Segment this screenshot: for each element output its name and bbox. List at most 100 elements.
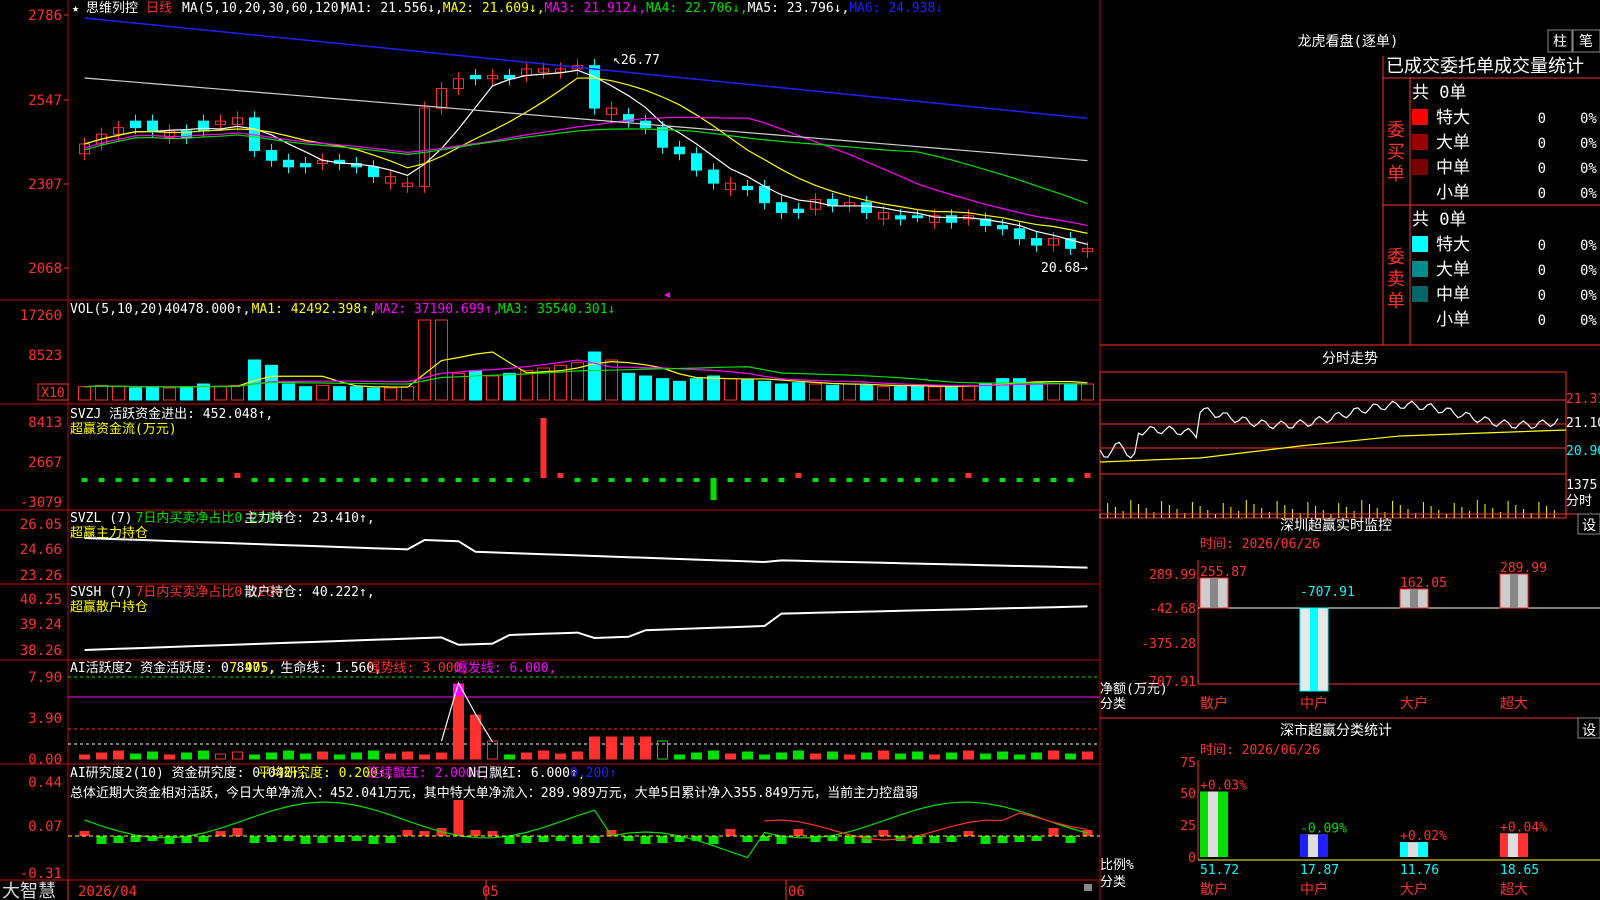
research-bar bbox=[776, 836, 787, 844]
intraday-price-line bbox=[1099, 400, 1559, 459]
lock-icon bbox=[1084, 884, 1092, 891]
fund-flow-bar bbox=[625, 478, 632, 482]
fund-flow-bar bbox=[404, 478, 411, 482]
svzj-ytick: 2667 bbox=[28, 455, 62, 471]
volume-bar bbox=[1047, 383, 1060, 401]
fund-flow-bar bbox=[336, 478, 343, 482]
volume-bar bbox=[282, 383, 295, 401]
fund-flow-bar bbox=[489, 478, 496, 482]
period-label: 日线 bbox=[146, 1, 172, 16]
monitor-cat-label: 中户 bbox=[1300, 695, 1328, 712]
buy-row-pct: 0% bbox=[1580, 136, 1597, 152]
candle bbox=[691, 153, 702, 171]
ai-active-ytick: 7.90 bbox=[28, 670, 62, 686]
activity-bar bbox=[1031, 752, 1042, 760]
chart-mode-bar-label: 柱 bbox=[1553, 34, 1567, 50]
research-bar bbox=[793, 829, 804, 836]
candle bbox=[300, 163, 311, 168]
monitor-bar-core-0 bbox=[1210, 578, 1218, 608]
volume-bar bbox=[299, 386, 312, 401]
fund-flow-bar bbox=[268, 478, 275, 482]
volume-bar bbox=[350, 386, 363, 401]
research-bar bbox=[1065, 836, 1076, 843]
stat-settings-label: 设 bbox=[1582, 723, 1596, 739]
svsh-ytick: 39.24 bbox=[20, 617, 62, 633]
high-price-label: ↖26.77 bbox=[613, 53, 660, 68]
fund-flow-bar bbox=[251, 478, 258, 482]
volume-bar bbox=[78, 386, 91, 401]
candle bbox=[368, 166, 379, 178]
monitor-value-label: 162.05 bbox=[1400, 576, 1447, 591]
activity-bar bbox=[198, 750, 209, 760]
volume-bar bbox=[231, 384, 244, 401]
activity-bar bbox=[419, 754, 430, 760]
research-bar bbox=[130, 836, 141, 842]
activity-bar bbox=[708, 750, 719, 760]
monitor-cat-label: 超大 bbox=[1500, 696, 1528, 712]
volume-bar bbox=[214, 386, 227, 401]
activity-bar bbox=[317, 751, 328, 760]
sell-row-pct: 0% bbox=[1580, 313, 1597, 329]
research-bar bbox=[521, 836, 532, 843]
vol-ytick: 8523 bbox=[28, 348, 62, 364]
dragon-title: 龙虎看盘(逐单) bbox=[1298, 33, 1399, 50]
monitor-time: 时间: 2026/06/26 bbox=[1200, 537, 1320, 552]
research-bar bbox=[79, 831, 90, 836]
intraday-unit: 分时 bbox=[1566, 494, 1592, 509]
activity-bar bbox=[300, 753, 311, 760]
fund-flow-bar bbox=[523, 478, 530, 482]
research-bar bbox=[946, 836, 957, 842]
buy-label: 委 bbox=[1387, 120, 1405, 141]
stat-bar-accent-1 bbox=[1318, 834, 1328, 857]
volume-bar bbox=[792, 382, 805, 401]
stat-cat-label: 超大 bbox=[1500, 882, 1528, 898]
research-bar bbox=[708, 836, 719, 844]
svsh-ytick: 40.25 bbox=[20, 592, 62, 608]
volume-bar bbox=[758, 380, 771, 401]
volume-bar bbox=[860, 384, 873, 401]
stat-bar-accent2-1 bbox=[1300, 834, 1308, 857]
stat-value-label: 51.72 bbox=[1200, 863, 1239, 878]
chart-mode-tick-label: 笔 bbox=[1579, 34, 1593, 50]
terminal-canvas: 2786 2547 2307 2068 ★ 思维列控 日线 MA(5,10,20,30,60,… bbox=[0, 0, 1600, 900]
research-bar bbox=[538, 836, 549, 842]
xaxis-label-2: 06 bbox=[788, 884, 805, 900]
fund-flow-bar bbox=[1067, 478, 1074, 482]
ma-header-5: MA5: 23.796↓, bbox=[748, 1, 850, 16]
volume-bar bbox=[996, 378, 1009, 401]
activity-bar bbox=[351, 752, 362, 760]
buy-row-name: 中单 bbox=[1436, 158, 1470, 178]
vol-ytick: 17260 bbox=[20, 308, 62, 324]
activity-bar bbox=[759, 754, 770, 760]
intraday-ytick: 21.10 bbox=[1566, 416, 1600, 431]
buy-row-value: 0 bbox=[1538, 136, 1546, 152]
research-bar bbox=[1048, 828, 1059, 836]
fund-flow-bar bbox=[115, 478, 122, 482]
fund-flow-bar bbox=[1016, 478, 1023, 482]
volume-bar bbox=[469, 370, 482, 401]
research-bar bbox=[317, 836, 328, 843]
volume-bar bbox=[894, 386, 907, 401]
volume-bar bbox=[1013, 378, 1026, 401]
buy-row-value: 0 bbox=[1538, 186, 1546, 202]
activity-bar bbox=[589, 736, 600, 760]
activity-bar bbox=[844, 754, 855, 760]
candle bbox=[1031, 238, 1042, 246]
fund-flow-bar bbox=[982, 478, 989, 482]
research-bar bbox=[351, 836, 362, 841]
sell-total: 共 0单 bbox=[1412, 210, 1466, 230]
brand-label: 大智慧 bbox=[2, 881, 56, 900]
activity-bar bbox=[147, 751, 158, 760]
ma120-line bbox=[84, 17, 1088, 120]
svsh-subtitle: 超赢散户持仓 bbox=[70, 599, 148, 615]
activity-bar bbox=[385, 753, 396, 760]
fund-flow-bar bbox=[812, 478, 819, 482]
volume-bar bbox=[588, 351, 601, 401]
research-bar bbox=[742, 836, 753, 842]
volume-bar bbox=[1064, 383, 1077, 401]
fund-flow-bar bbox=[1050, 478, 1057, 482]
svzl-header-2: 主力持仓: 23.410↑, bbox=[244, 511, 374, 526]
candle bbox=[147, 120, 158, 132]
stat-title: 深市超赢分类统计 bbox=[1280, 722, 1392, 739]
volume-bar bbox=[129, 387, 142, 401]
